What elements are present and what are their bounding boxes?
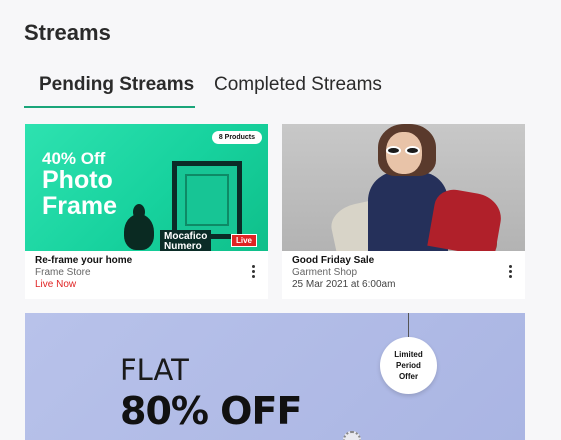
tag-line: Period — [396, 361, 421, 370]
stream-status: Live Now — [35, 279, 77, 290]
stream-thumbnail: 8 Products 40% Off Photo Frame Mocafico … — [25, 124, 268, 251]
stream-status: 25 Mar 2021 at 6:00am — [292, 279, 396, 290]
tab-completed-streams[interactable]: Completed Streams — [214, 74, 382, 96]
clothes-graphic — [427, 186, 505, 251]
vase-graphic — [124, 214, 154, 250]
stream-title: Good Friday Sale — [292, 255, 375, 266]
disco-ball-graphic — [343, 431, 361, 440]
stream-card[interactable]: FLAT 80% OFF Limited Period Offer — [25, 313, 525, 440]
brand-label: Mocafico Numero — [160, 230, 212, 252]
stream-card[interactable]: Good Friday Sale Garment Shop 25 Mar 202… — [282, 124, 525, 299]
more-options-icon[interactable] — [507, 265, 513, 279]
products-count-badge: 8 Products — [211, 131, 262, 144]
page-title: Streams — [24, 20, 111, 45]
tag-line: Offer — [398, 372, 419, 381]
stream-title: Re-frame your home — [35, 255, 133, 266]
promo-headline: Photo — [42, 166, 113, 194]
promo-headline: FLAT — [120, 353, 189, 387]
sunglasses-graphic — [386, 142, 422, 155]
live-badge: Live — [230, 234, 257, 247]
stream-thumbnail — [282, 124, 525, 251]
tab-pending-streams[interactable]: Pending Streams — [39, 74, 194, 96]
card-body: Good Friday Sale Garment Shop 25 Mar 202… — [282, 251, 525, 299]
picture-frame-graphic — [172, 161, 242, 239]
promo-headline: Frame — [42, 192, 118, 220]
store-name: Garment Shop — [292, 267, 358, 278]
brand-line: Numero — [164, 241, 202, 252]
stream-card[interactable]: 8 Products 40% Off Photo Frame Mocafico … — [25, 124, 268, 299]
card-body: Re-frame your home Frame Store Live Now — [25, 251, 268, 299]
limited-offer-tag: Limited Period Offer — [380, 337, 437, 394]
tag-string-graphic — [408, 313, 409, 337]
stream-tabs: Pending Streams Completed Streams — [24, 74, 534, 110]
promo-headline: 80% OFF — [120, 389, 302, 433]
active-tab-indicator — [24, 106, 195, 108]
more-options-icon[interactable] — [250, 265, 256, 279]
store-name: Frame Store — [35, 267, 91, 278]
tag-line: Limited — [394, 350, 423, 359]
